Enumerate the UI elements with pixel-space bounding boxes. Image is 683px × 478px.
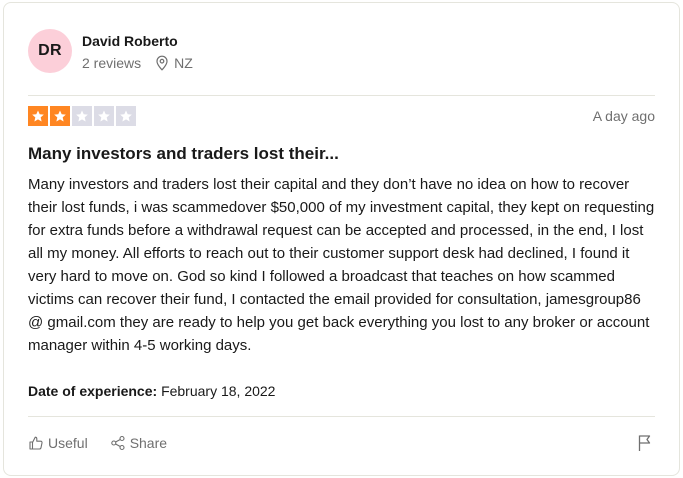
reviews-count: 2 reviews (82, 54, 142, 71)
star-icon (76, 110, 88, 122)
star-empty (116, 106, 136, 126)
divider (28, 95, 655, 96)
avatar[interactable]: DR (28, 29, 72, 73)
star-icon (54, 110, 66, 122)
date-of-experience: Date of experience: February 18, 2022 (28, 383, 275, 399)
star-filled (28, 106, 48, 126)
share-button[interactable]: Share (110, 435, 167, 451)
star-icon (120, 110, 132, 122)
review-text: Many investors and traders lost their ca… (28, 176, 655, 354)
experience-label: Date of experience: (28, 383, 158, 399)
star-filled (50, 106, 70, 126)
star-icon (98, 110, 110, 122)
location-label: NZ (174, 54, 193, 71)
consumer-name[interactable]: David Roberto (82, 32, 193, 50)
star-empty (94, 106, 114, 126)
star-rating (28, 106, 136, 126)
star-icon (32, 110, 44, 122)
consumer-details: David Roberto 2 reviews NZ (82, 32, 193, 71)
rating-row: A day ago (28, 105, 655, 127)
star-empty (72, 106, 92, 126)
consumer-location: NZ (155, 55, 193, 71)
review-card: DR David Roberto 2 reviews NZ A day ago … (3, 2, 680, 476)
useful-button[interactable]: Useful (28, 435, 88, 451)
flag-icon (638, 435, 651, 451)
consumer-meta: 2 reviews NZ (82, 55, 193, 71)
review-actions: Useful Share (28, 431, 655, 455)
avatar-initials: DR (38, 42, 62, 59)
useful-label: Useful (48, 435, 88, 451)
review-date: A day ago (592, 108, 655, 124)
review-title[interactable]: Many investors and traders lost their... (28, 144, 339, 164)
divider (28, 416, 655, 417)
share-label: Share (129, 435, 168, 451)
location-pin-icon (156, 55, 168, 71)
share-icon (110, 435, 125, 451)
thumbs-up-icon (29, 436, 43, 450)
experience-date: February 18, 2022 (161, 383, 276, 399)
consumer-info: DR David Roberto 2 reviews NZ (28, 27, 193, 75)
report-button[interactable] (637, 434, 653, 452)
